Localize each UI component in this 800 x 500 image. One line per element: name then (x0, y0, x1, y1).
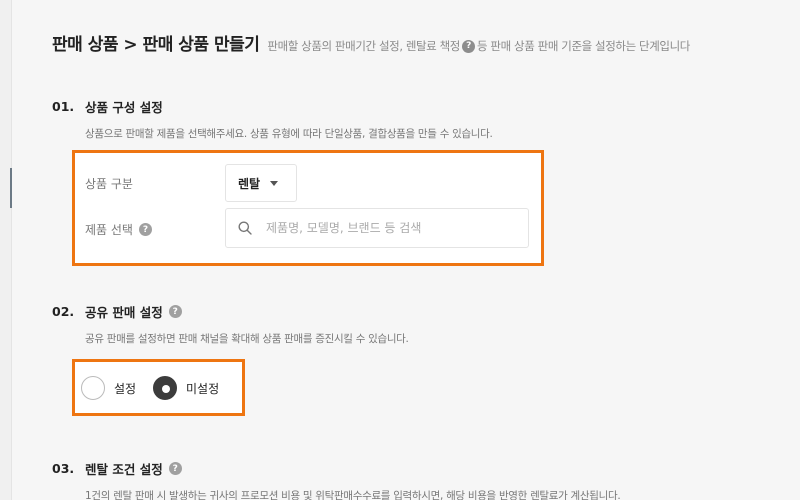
page-description-start: 판매할 상품의 판매기간 설정, 렌탈료 책정 (267, 39, 460, 53)
radio-option-unset[interactable]: 미설정 (153, 376, 219, 400)
product-config-box: 상품 구분 렌탈 제품 선택 ? (72, 150, 544, 266)
help-icon[interactable]: ? (168, 305, 182, 318)
product-select-label-text: 제품 선택 (85, 223, 133, 237)
section-product-config: 01. 상품 구성 설정 상품으로 판매할 제품을 선택해주세요. 상품 유형에… (52, 97, 493, 141)
product-search-field[interactable] (225, 208, 529, 248)
section-shared-sale: 02. 공유 판매 설정 ? 공유 판매를 설정하면 판매 채널을 확대해 상품… (52, 302, 409, 346)
radio-set[interactable] (81, 376, 105, 400)
radio-option-set[interactable]: 설정 (81, 376, 136, 400)
category-select-value: 렌탈 (238, 176, 261, 191)
help-icon[interactable]: ? (461, 39, 475, 53)
section-number: 01. (52, 99, 75, 114)
section-number: 02. (52, 304, 75, 319)
section-heading: 03. 렌탈 조건 설정 ? (52, 459, 620, 478)
left-nav-rail (0, 0, 12, 500)
section-title: 공유 판매 설정 (85, 305, 163, 320)
page-title: 판매 상품 > 판매 상품 만들기 (52, 35, 260, 55)
section-description: 상품으로 판매할 제품을 선택해주세요. 상품 유형에 따라 단일상품, 결합상… (85, 128, 493, 140)
help-icon[interactable]: ? (168, 462, 182, 475)
main-content: 판매 상품 > 판매 상품 만들기 판매할 상품의 판매기간 설정, 렌탈료 책… (52, 0, 800, 500)
nav-active-marker (10, 168, 12, 208)
category-select[interactable]: 렌탈 (225, 164, 297, 202)
page-description: 판매할 상품의 판매기간 설정, 렌탈료 책정 ? 등 판매 상품 판매 기준을… (267, 38, 690, 54)
section-description: 공유 판매를 설정하면 판매 채널을 확대해 상품 판매를 증진시킬 수 있습니… (85, 333, 409, 345)
page-header: 판매 상품 > 판매 상품 만들기 판매할 상품의 판매기간 설정, 렌탈료 책… (52, 30, 690, 55)
page-description-end: 등 판매 상품 판매 기준을 설정하는 단계입니다 (476, 39, 690, 53)
section-heading: 02. 공유 판매 설정 ? (52, 302, 409, 321)
section-description: 1건의 렌탈 판매 시 발생하는 귀사의 프로모션 비용 및 위탁판매수수료를 … (85, 490, 621, 500)
category-label-text: 상품 구분 (85, 177, 133, 191)
help-icon[interactable]: ? (138, 223, 152, 236)
shared-sale-box: 설정 미설정 (72, 359, 245, 416)
chevron-down-icon (270, 180, 279, 186)
radio-unset[interactable] (153, 376, 177, 400)
category-label: 상품 구분 (85, 175, 133, 192)
section-title: 상품 구성 설정 (85, 100, 163, 115)
section-rental-terms: 03. 렌탈 조건 설정 ? 1건의 렌탈 판매 시 발생하는 귀사의 프로모션… (52, 459, 621, 500)
product-select-label: 제품 선택 ? (85, 221, 152, 238)
radio-unset-label: 미설정 (186, 381, 220, 396)
section-heading: 01. 상품 구성 설정 (52, 97, 493, 116)
radio-set-label: 설정 (114, 381, 137, 396)
search-icon (238, 221, 252, 235)
section-number: 03. (52, 461, 75, 476)
product-search-input[interactable] (266, 221, 486, 235)
section-title: 렌탈 조건 설정 (85, 462, 163, 477)
